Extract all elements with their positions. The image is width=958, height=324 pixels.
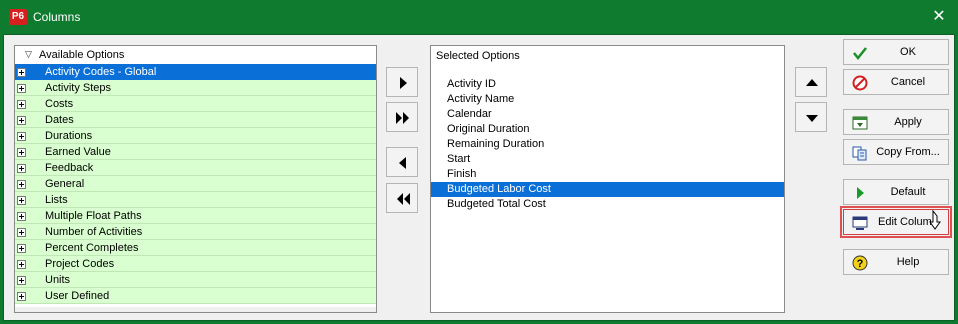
default-label: Default [890,186,926,198]
selected-option-row[interactable]: Start [431,152,784,167]
arrow-left-icon [399,157,406,169]
expand-plus-icon[interactable] [17,132,26,141]
copy-from-button[interactable]: Copy From... [843,139,949,165]
move-down-button[interactable] [795,102,827,132]
available-options-header[interactable]: ▽ Available Options [15,46,376,64]
available-option-row[interactable]: Units [15,272,376,288]
expand-plus-icon[interactable] [17,228,26,237]
available-option-row[interactable]: General [15,176,376,192]
close-icon[interactable]: ✕ [926,6,952,28]
selected-options-list: Activity ID Activity Name Calendar Original… [431,77,784,212]
available-option-label: Number of Activities [45,226,143,238]
expand-plus-icon[interactable] [17,292,26,301]
selected-option-row[interactable]: Activity Name [431,92,784,107]
expand-plus-icon[interactable] [17,212,26,221]
horizontal-scrollbar[interactable] [15,307,376,312]
available-option-label: General [45,178,85,190]
expand-plus-icon[interactable] [17,148,26,157]
selected-option-row[interactable]: Original Duration [431,122,784,137]
available-option-row[interactable]: User Defined [15,288,376,304]
dialog-body: ▽ Available Options Activity Codes - Glo… [3,34,955,321]
available-option-row[interactable]: Lists [15,192,376,208]
add-all-button[interactable] [386,102,418,132]
available-option-row[interactable]: Project Codes [15,256,376,272]
help-button[interactable]: ? Help [843,249,949,275]
selected-option-row[interactable]: Budgeted Total Cost [431,197,784,212]
available-option-row[interactable]: Percent Completes [15,240,376,256]
double-arrow-left-icon [397,193,410,205]
copy-from-label: Copy From... [876,146,940,158]
expand-plus-icon[interactable] [17,260,26,269]
available-option-row[interactable]: Dates [15,112,376,128]
columns-dialog: P6 Columns ✕ ▽ Available Options Activit… [0,0,958,324]
mouse-pointer-icon [929,210,941,230]
add-selected-button[interactable] [386,67,418,97]
expand-plus-icon[interactable] [17,180,26,189]
available-option-label: Units [45,274,71,286]
available-option-label: Project Codes [45,258,115,270]
help-label: Help [896,256,920,268]
available-options-label: Available Options [39,49,125,61]
expand-plus-icon[interactable] [17,84,26,93]
selected-options-list-box: Selected Options Activity ID Activity Nam… [430,45,785,313]
apply-label: Apply [894,116,922,128]
available-option-label: Feedback [45,162,94,174]
available-option-label: Lists [45,194,68,206]
selected-option-row[interactable]: Remaining Duration [431,137,784,152]
selected-option-row[interactable]: Activity ID [431,77,784,92]
arrow-right-icon [400,77,407,89]
available-option-label: Activity Codes - Global [45,66,157,78]
expand-plus-icon[interactable] [17,116,26,125]
available-option-label: Dates [45,114,74,126]
arrow-up-icon [806,79,818,86]
dialog-title: Columns [33,10,81,24]
cancel-button[interactable]: Cancel [843,69,949,95]
available-option-row[interactable]: Feedback [15,160,376,176]
cancel-label: Cancel [890,76,926,88]
selected-options-label: Selected Options [436,50,520,62]
available-option-label: Percent Completes [45,242,139,254]
expand-plus-icon[interactable] [17,244,26,253]
available-option-row[interactable]: Multiple Float Paths [15,208,376,224]
available-option-label: Durations [45,130,93,142]
expand-plus-icon[interactable] [17,164,26,173]
expand-plus-icon[interactable] [17,68,26,77]
title-bar: P6 Columns ✕ [0,0,958,34]
available-option-row[interactable]: Activity Codes - Global [15,64,376,80]
ok-label: OK [900,46,916,58]
expand-plus-icon[interactable] [17,276,26,285]
expand-plus-icon[interactable] [17,196,26,205]
available-options-tree: ▽ Available Options Activity Codes - Glo… [14,45,377,313]
selected-option-row[interactable]: Calendar [431,107,784,122]
expand-plus-icon[interactable] [17,100,26,109]
available-option-label: Earned Value [45,146,111,158]
available-option-label: Activity Steps [45,82,112,94]
remove-selected-button[interactable] [386,147,418,177]
default-button[interactable]: Default [843,179,949,205]
available-option-label: Multiple Float Paths [45,210,142,222]
available-option-row[interactable]: Earned Value [15,144,376,160]
move-up-button[interactable] [795,67,827,97]
available-option-row[interactable]: Number of Activities [15,224,376,240]
collapse-triangle-icon[interactable]: ▽ [25,49,32,60]
ok-button[interactable]: OK [843,39,949,65]
arrow-down-icon [806,115,818,122]
available-option-row[interactable]: Durations [15,128,376,144]
available-options-list: Activity Codes - Global Activity Steps Cos… [15,64,376,304]
available-option-label: Costs [45,98,74,110]
remove-all-button[interactable] [386,183,418,213]
available-option-label: User Defined [45,290,110,302]
selected-option-row[interactable]: Budgeted Labor Cost [431,182,784,197]
double-arrow-right-icon [396,112,409,124]
selected-option-row[interactable]: Finish [431,167,784,182]
p6-app-icon: P6 [9,9,27,25]
apply-button[interactable]: Apply [843,109,949,135]
available-option-row[interactable]: Activity Steps [15,80,376,96]
available-option-row[interactable]: Costs [15,96,376,112]
